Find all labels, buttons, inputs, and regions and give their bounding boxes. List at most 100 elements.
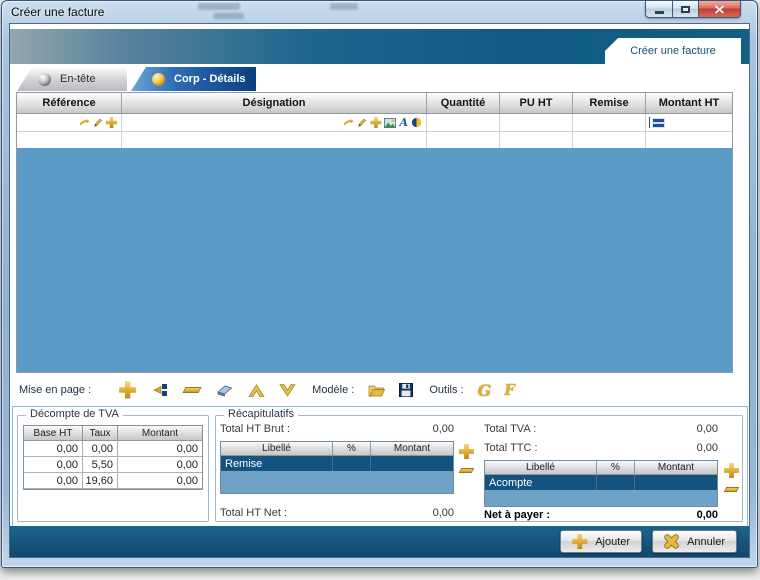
plus-icon[interactable] — [106, 117, 117, 128]
open-model-button[interactable] — [368, 384, 385, 397]
eraser-icon — [216, 384, 233, 397]
header-corner-tab-label: Créer une facture — [630, 45, 716, 57]
acompte-row-montant — [635, 475, 717, 490]
plus-icon[interactable] — [370, 117, 381, 128]
move-up-button[interactable] — [248, 384, 265, 397]
open-folder-icon — [368, 384, 385, 397]
move-down-button[interactable] — [279, 384, 296, 397]
empty-cell[interactable] — [427, 132, 500, 148]
montant-ht-cell[interactable] — [646, 114, 732, 131]
close-button[interactable] — [699, 1, 741, 18]
quantite-cell[interactable] — [427, 114, 500, 131]
add-remise-button[interactable] — [459, 444, 474, 459]
total-ht-net-row: Total HT Net : 0,00 — [220, 507, 454, 519]
total-ttc-label: Total TTC : — [484, 442, 538, 454]
recap-groupbox-title: Récapitulatifs — [224, 408, 298, 420]
erase-line-button[interactable] — [216, 384, 233, 397]
tva-row[interactable]: 0,00 0,00 0,00 — [24, 441, 202, 457]
header-corner-tab: Créer une facture — [605, 38, 741, 64]
column-header-quantite[interactable]: Quantité — [427, 93, 500, 113]
remise-cell[interactable] — [573, 114, 646, 131]
total-ht-brut-row: Total HT Brut : 0,00 — [220, 423, 454, 435]
maximize-button[interactable] — [672, 1, 699, 18]
column-header-remise[interactable]: Remise — [573, 93, 646, 113]
tool-g-button[interactable]: G — [478, 381, 492, 400]
acompte-table-empty-area[interactable] — [485, 490, 717, 506]
tva-table: Base HT Taux Montant 0,00 0,00 0,00 0,00… — [23, 425, 203, 490]
tva-value: 19,60 — [83, 473, 118, 489]
remise-table-empty-area[interactable] — [221, 471, 453, 493]
picture-icon[interactable] — [384, 118, 396, 128]
empty-cell[interactable] — [122, 132, 427, 148]
tva-row[interactable]: 0,00 5,50 0,00 — [24, 457, 202, 473]
save-model-button[interactable] — [399, 383, 413, 397]
tva-row[interactable]: 0,00 19,60 0,00 — [24, 473, 202, 489]
letter-a-icon[interactable]: A — [399, 117, 408, 128]
grid-body[interactable] — [17, 148, 732, 372]
tab-en-tete-label: En-tête — [60, 73, 95, 85]
empty-cell[interactable] — [646, 132, 732, 148]
grid-entry-row: A — [17, 114, 732, 132]
swoosh-icon[interactable] — [343, 117, 354, 128]
reference-cell[interactable] — [17, 114, 122, 131]
pencil-icon[interactable] — [357, 117, 367, 128]
column-header-pu-ht[interactable]: PU HT — [500, 93, 573, 113]
total-ht-brut-value: 0,00 — [433, 423, 454, 435]
empty-cell[interactable] — [573, 132, 646, 148]
ajouter-button-label: Ajouter — [595, 536, 630, 548]
delete-line-button[interactable] — [184, 387, 200, 393]
dialog-content: Créer une facture En-tête Corp - Détails… — [9, 23, 750, 558]
equals-icon[interactable] — [652, 118, 665, 128]
remise-row-label: Remise — [221, 456, 333, 471]
background-artifact — [330, 3, 358, 10]
two-tone-disc-icon[interactable] — [411, 117, 422, 128]
chevron-down-icon — [279, 384, 296, 397]
add-acompte-button[interactable] — [724, 463, 739, 478]
total-ttc-row: Total TTC : 0,00 — [484, 442, 718, 454]
empty-cell[interactable] — [500, 132, 573, 148]
remise-table-buttons — [459, 444, 474, 473]
tva-value: 0,00 — [118, 457, 202, 473]
remise-row[interactable]: Remise — [221, 456, 453, 471]
total-ht-brut-label: Total HT Brut : — [220, 423, 290, 435]
grid-header-row: Référence Désignation Quantité PU HT Rem… — [17, 93, 732, 114]
acompte-row[interactable]: Acompte — [485, 475, 717, 490]
column-header-reference[interactable]: Référence — [17, 93, 122, 113]
insert-line-button[interactable] — [153, 383, 168, 397]
tab-corp-details-label: Corp - Détails — [174, 73, 246, 85]
acompte-header-row: Libellé % Montant — [485, 461, 717, 475]
add-line-button[interactable] — [119, 382, 136, 399]
net-a-payer-label: Net à payer : — [484, 509, 550, 521]
remove-acompte-button[interactable] — [724, 487, 740, 492]
remise-col-montant: Montant — [371, 442, 453, 456]
tab-corp-details[interactable]: Corp - Détails — [131, 67, 256, 91]
ajouter-button[interactable]: Ajouter — [560, 530, 642, 553]
tab-en-tete[interactable]: En-tête — [17, 67, 127, 91]
close-icon — [714, 5, 725, 14]
acompte-col-pct: % — [597, 461, 635, 475]
tva-value: 0,00 — [24, 441, 83, 457]
remise-header-row: Libellé % Montant — [221, 442, 453, 456]
recap-left: Total HT Brut : 0,00 Libellé % Montant R… — [220, 423, 472, 519]
acompte-col-libelle: Libellé — [485, 461, 597, 475]
remise-row-pct — [333, 456, 371, 471]
swoosh-icon[interactable] — [79, 117, 90, 128]
pencil-icon[interactable] — [93, 117, 103, 128]
floppy-icon — [399, 383, 413, 397]
minimize-button[interactable] — [645, 1, 672, 18]
tool-f-button[interactable]: F — [504, 381, 515, 399]
pu-ht-cell[interactable] — [500, 114, 573, 131]
designation-cell[interactable]: A — [122, 114, 427, 131]
remove-remise-button[interactable] — [459, 468, 475, 473]
tva-col-base-ht: Base HT — [24, 426, 83, 441]
total-tva-label: Total TVA : — [484, 423, 536, 435]
annuler-button[interactable]: Annuler — [652, 530, 737, 553]
column-header-montant-ht[interactable]: Montant HT — [646, 93, 732, 113]
empty-cell[interactable] — [17, 132, 122, 148]
layout-toolbar: Mise en page : Modèle : — [10, 376, 749, 404]
column-header-designation[interactable]: Désignation — [122, 93, 427, 113]
tva-col-taux: Taux — [83, 426, 118, 441]
tva-col-montant: Montant — [118, 426, 202, 441]
titlebar[interactable]: Créer une facture — [2, 1, 757, 23]
header-band: Créer une facture — [10, 29, 749, 64]
